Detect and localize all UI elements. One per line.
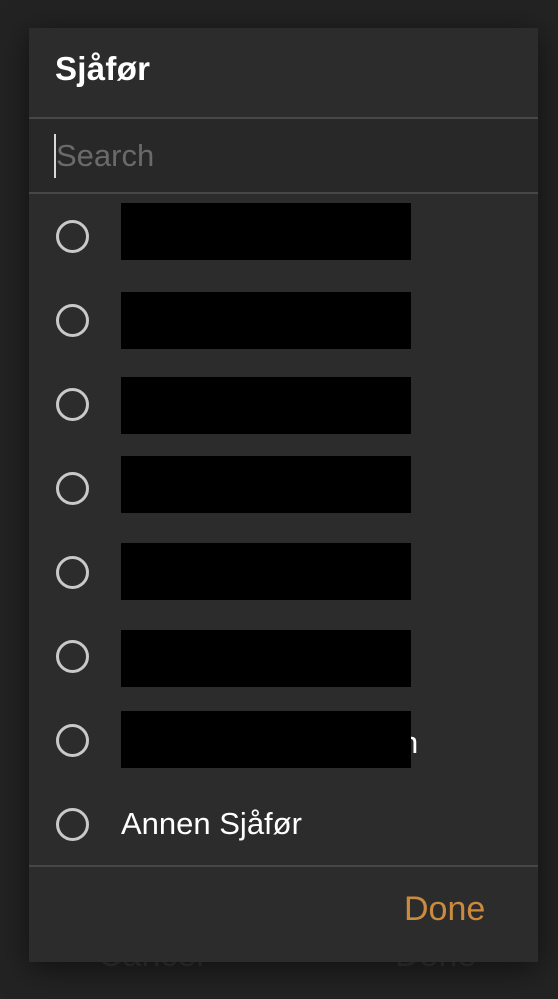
radio-unchecked-icon[interactable] [56,388,89,421]
redacted-label [121,292,411,349]
driver-option[interactable] [29,530,538,614]
radio-unchecked-icon[interactable] [56,556,89,589]
driver-option[interactable] [29,278,538,362]
redacted-label [121,630,411,687]
redacted-label [121,711,411,768]
driver-option[interactable] [29,446,538,530]
text-caret [54,134,56,178]
radio-unchecked-icon[interactable] [56,724,89,757]
driver-option[interactable] [29,614,538,698]
search-input[interactable] [53,133,496,179]
driver-picker-dialog: Sjåfør r [29,28,538,962]
driver-option[interactable] [29,362,538,446]
radio-unchecked-icon[interactable] [56,304,89,337]
driver-option[interactable]: n [29,698,538,782]
radio-unchecked-icon[interactable] [56,472,89,505]
driver-option-other[interactable]: Annen Sjåfør [29,782,538,866]
radio-unchecked-icon[interactable] [56,220,89,253]
driver-option[interactable]: r [29,194,538,278]
radio-unchecked-icon[interactable] [56,808,89,841]
radio-unchecked-icon[interactable] [56,640,89,673]
dialog-title: Sjåfør [55,50,151,87]
done-button[interactable]: Done [404,890,485,929]
redacted-label [121,543,411,600]
option-label: Annen Sjåfør [121,806,302,841]
redacted-label [121,203,411,260]
redacted-label [121,456,411,513]
redacted-label [121,377,411,434]
footer-divider [29,865,538,867]
search-row [29,119,538,192]
